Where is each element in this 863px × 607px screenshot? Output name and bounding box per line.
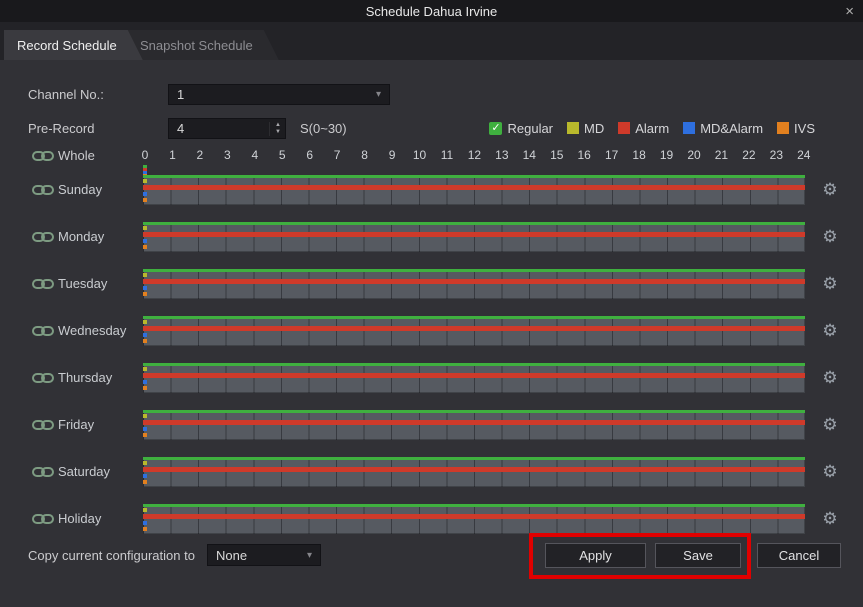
ivs-stub	[143, 480, 147, 484]
day-label: Sunday	[58, 175, 102, 205]
regular-lane	[143, 175, 805, 178]
md-stub	[143, 414, 147, 418]
ivs-stub	[143, 527, 147, 531]
cancel-button[interactable]: Cancel	[757, 543, 841, 568]
link-icon[interactable]	[32, 418, 54, 432]
copy-target-value: None	[216, 548, 247, 563]
schedule-row: Wednesday ⚙	[0, 316, 863, 346]
md-stub	[143, 226, 147, 230]
schedule-bar[interactable]	[143, 222, 805, 252]
regular-lane	[143, 269, 805, 272]
schedule-row: Friday ⚙	[0, 410, 863, 440]
tab-snapshot-schedule[interactable]: Snapshot Schedule	[127, 30, 279, 60]
gear-icon[interactable]: ⚙	[816, 457, 844, 487]
md-stub	[143, 273, 147, 277]
alarm-lane	[143, 185, 805, 190]
ivs-stub	[143, 433, 147, 437]
alarm-lane	[143, 373, 805, 378]
md-alarm-stub	[143, 333, 147, 337]
ivs-stub	[143, 339, 147, 343]
ivs-stub	[143, 386, 147, 390]
gear-icon[interactable]: ⚙	[816, 222, 844, 252]
regular-lane	[143, 457, 805, 460]
md-stub	[143, 367, 147, 371]
day-label: Friday	[58, 410, 94, 440]
copy-config-label: Copy current configuration to	[28, 548, 195, 564]
regular-lane	[143, 316, 805, 319]
chevron-down-icon: ▾	[307, 550, 312, 561]
schedule-bar[interactable]	[143, 316, 805, 346]
day-label: Monday	[58, 222, 104, 252]
schedule-row: Thursday ⚙	[0, 363, 863, 393]
schedule-row: Saturday ⚙	[0, 457, 863, 487]
regular-lane	[143, 363, 805, 366]
day-label: Thursday	[58, 363, 112, 393]
day-label: Wednesday	[58, 316, 126, 346]
schedule-row: Tuesday ⚙	[0, 269, 863, 299]
link-icon[interactable]	[32, 465, 54, 479]
schedule-row: Sunday ⚙	[0, 175, 863, 205]
alarm-lane	[143, 420, 805, 425]
apply-button[interactable]: Apply	[545, 543, 646, 568]
md-stub	[143, 508, 147, 512]
copy-target-select[interactable]: None ▾	[207, 544, 321, 566]
schedule-bar[interactable]	[143, 457, 805, 487]
gear-icon[interactable]: ⚙	[816, 269, 844, 299]
link-icon[interactable]	[32, 230, 54, 244]
schedule-row: Monday ⚙	[0, 222, 863, 252]
link-icon[interactable]	[32, 324, 54, 338]
md-stub	[143, 320, 147, 324]
day-label: Saturday	[58, 457, 110, 487]
md-alarm-stub	[143, 474, 147, 478]
schedule-row: Holiday ⚙	[0, 504, 863, 534]
alarm-lane	[143, 514, 805, 519]
dialog-content: Channel No.: 1 ▾ Pre-Record 4 ▲▼ S(0~30)…	[0, 60, 863, 607]
alarm-lane	[143, 232, 805, 237]
gear-icon[interactable]: ⚙	[816, 410, 844, 440]
gear-icon[interactable]: ⚙	[816, 363, 844, 393]
alarm-lane	[143, 467, 805, 472]
md-alarm-stub	[143, 192, 147, 196]
window-title: Schedule Dahua Irvine	[366, 4, 498, 19]
md-stub	[143, 179, 147, 183]
alarm-lane	[143, 326, 805, 331]
link-icon[interactable]	[32, 277, 54, 291]
md-alarm-stub	[143, 427, 147, 431]
tab-strip: Record Schedule Snapshot Schedule	[0, 22, 863, 60]
regular-lane	[143, 222, 805, 225]
ivs-stub	[143, 198, 147, 202]
close-icon[interactable]: ×	[845, 0, 854, 22]
schedule-bar[interactable]	[143, 269, 805, 299]
gear-icon[interactable]: ⚙	[816, 504, 844, 534]
day-label: Holiday	[58, 504, 101, 534]
regular-lane	[143, 410, 805, 413]
schedule-bar[interactable]	[143, 410, 805, 440]
title-bar: Schedule Dahua Irvine ×	[0, 0, 863, 22]
md-alarm-stub	[143, 286, 147, 290]
schedule-bar[interactable]	[143, 504, 805, 534]
gear-icon[interactable]: ⚙	[816, 175, 844, 205]
tab-record-schedule[interactable]: Record Schedule	[4, 30, 143, 60]
md-alarm-stub	[143, 521, 147, 525]
link-icon[interactable]	[32, 371, 54, 385]
day-label: Tuesday	[58, 269, 107, 299]
regular-lane	[143, 504, 805, 507]
ivs-stub	[143, 245, 147, 249]
gear-icon[interactable]: ⚙	[816, 316, 844, 346]
schedule-dialog: Schedule Dahua Irvine × Record Schedule …	[0, 0, 863, 607]
ivs-stub	[143, 292, 147, 296]
md-alarm-stub	[143, 239, 147, 243]
save-button[interactable]: Save	[655, 543, 741, 568]
schedule-bar[interactable]	[143, 175, 805, 205]
link-icon[interactable]	[32, 512, 54, 526]
alarm-lane	[143, 279, 805, 284]
md-alarm-stub	[143, 380, 147, 384]
md-stub	[143, 461, 147, 465]
schedule-grid: Sunday ⚙ Monday ⚙ Tuesday	[0, 60, 863, 607]
link-icon[interactable]	[32, 183, 54, 197]
schedule-bar[interactable]	[143, 363, 805, 393]
